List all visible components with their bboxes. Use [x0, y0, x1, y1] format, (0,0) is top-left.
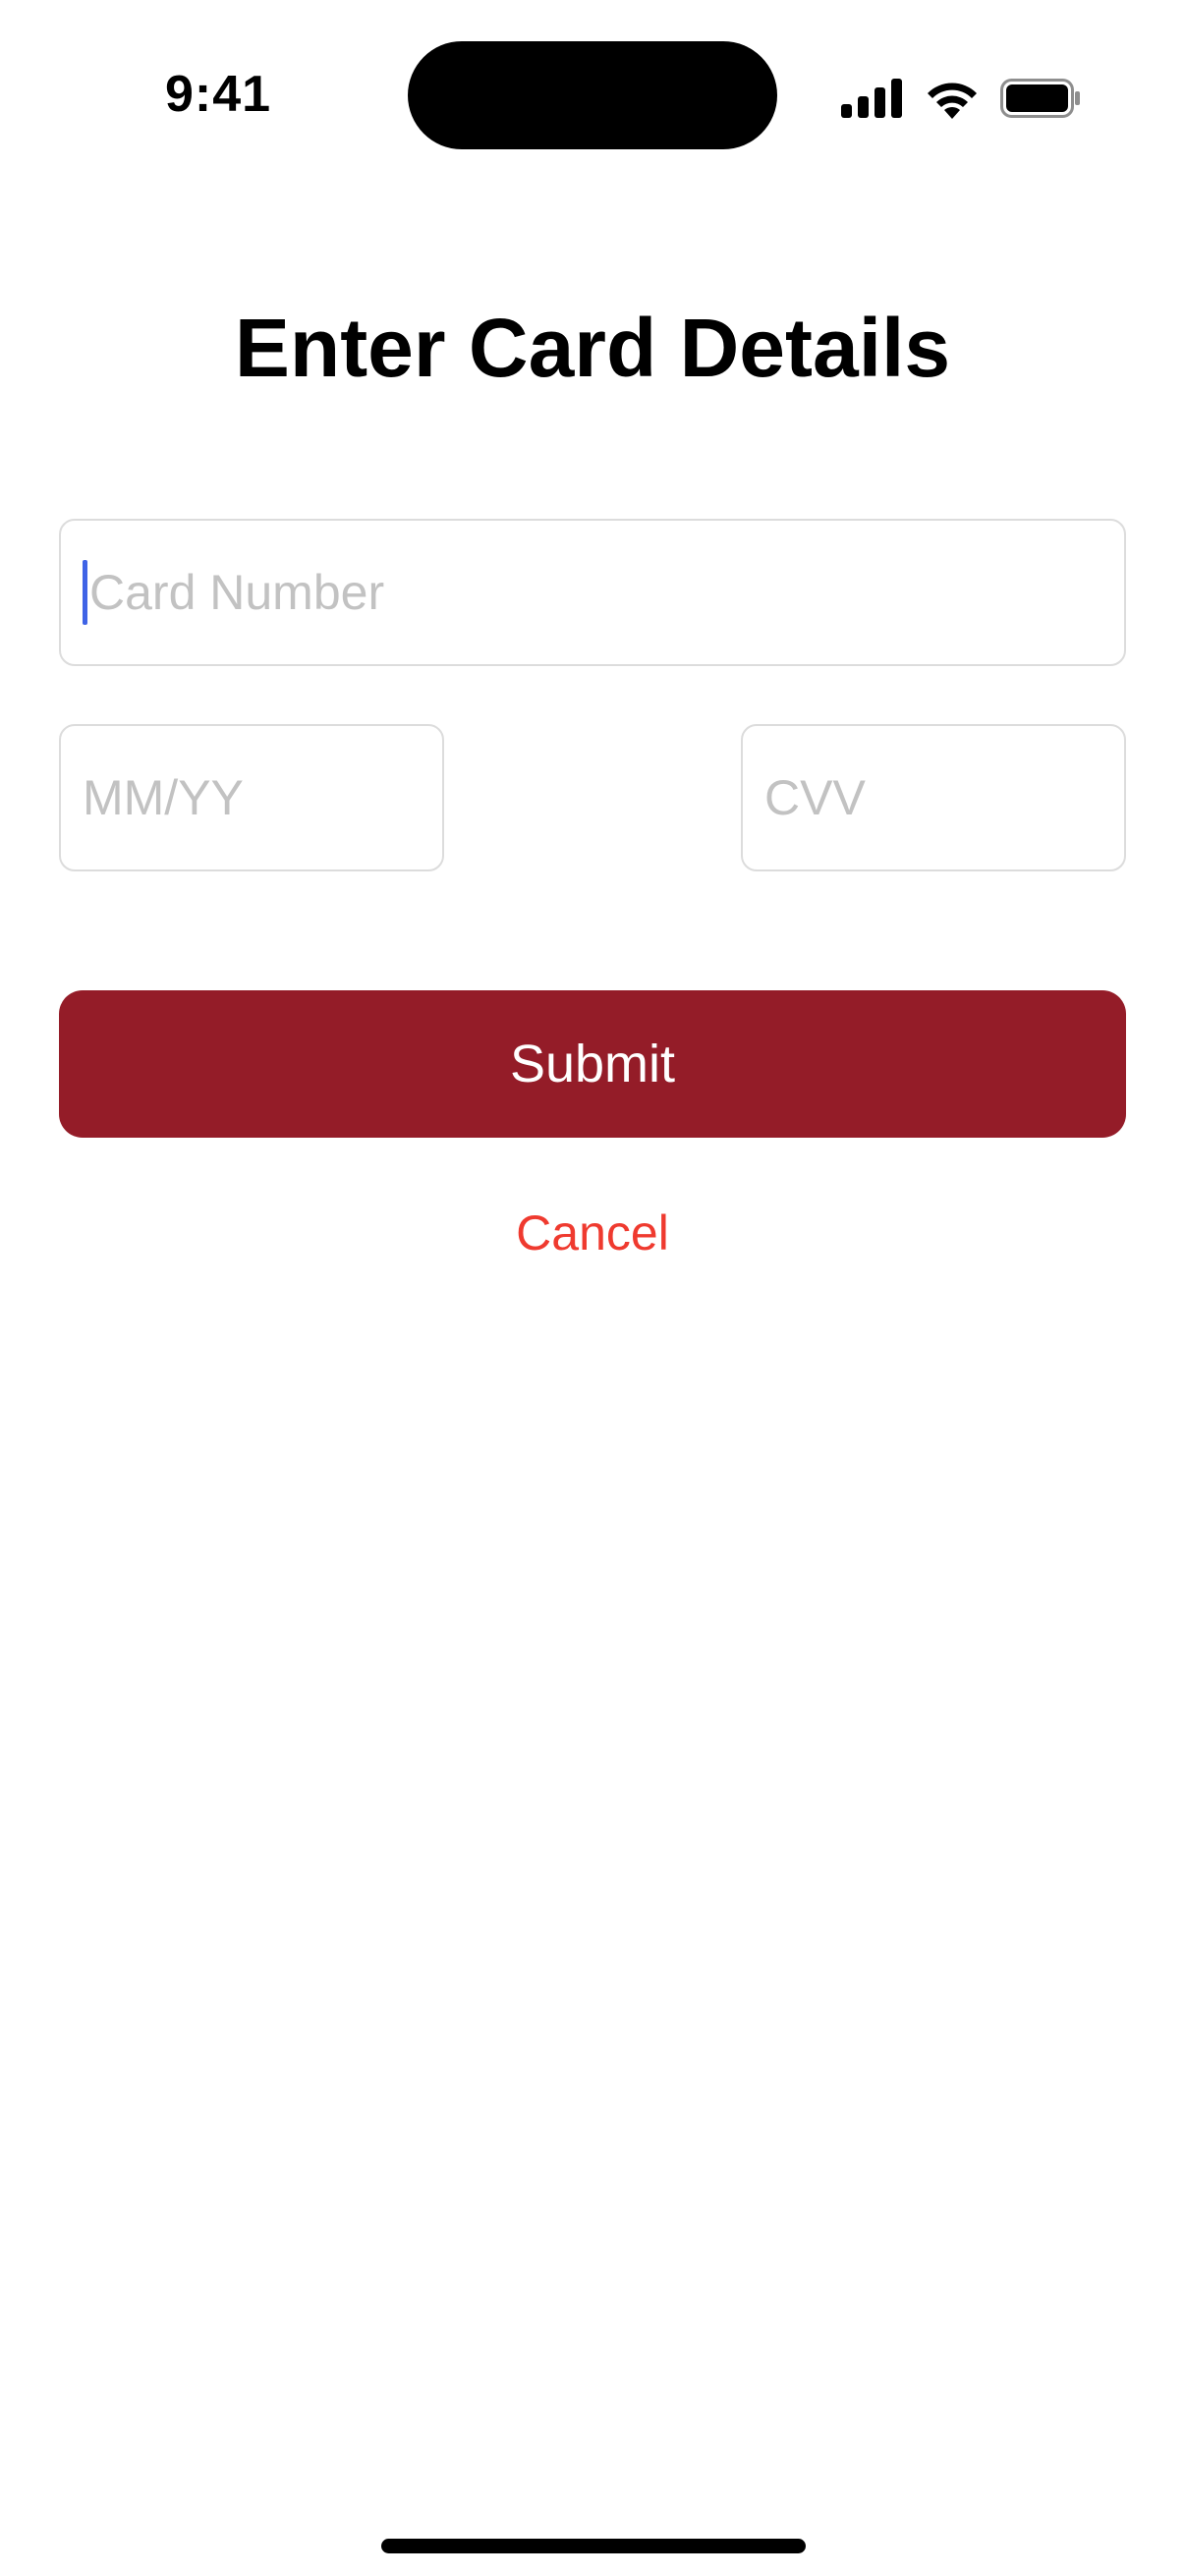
cvv-placeholder: CVV — [764, 770, 866, 825]
cvv-field[interactable]: CVV — [741, 724, 1126, 871]
cellular-signal-icon — [841, 79, 904, 118]
submit-button[interactable]: Submit — [59, 990, 1126, 1138]
card-details-screen: 9:41 Enter Card Details Card Number MM/Y… — [0, 0, 1185, 2576]
cancel-button[interactable]: Cancel — [0, 1199, 1185, 1267]
card-number-placeholder: Card Number — [89, 565, 385, 620]
text-caret — [83, 560, 87, 625]
battery-icon — [1000, 79, 1081, 118]
home-indicator[interactable] — [381, 2539, 806, 2553]
wifi-icon — [924, 78, 981, 119]
card-number-field[interactable]: Card Number — [59, 519, 1126, 666]
status-icons — [841, 69, 1081, 128]
expiry-date-placeholder: MM/YY — [83, 770, 244, 825]
dynamic-island — [408, 41, 777, 149]
status-time: 9:41 — [165, 66, 272, 123]
expiry-date-field[interactable]: MM/YY — [59, 724, 444, 871]
page-title: Enter Card Details — [234, 302, 951, 394]
